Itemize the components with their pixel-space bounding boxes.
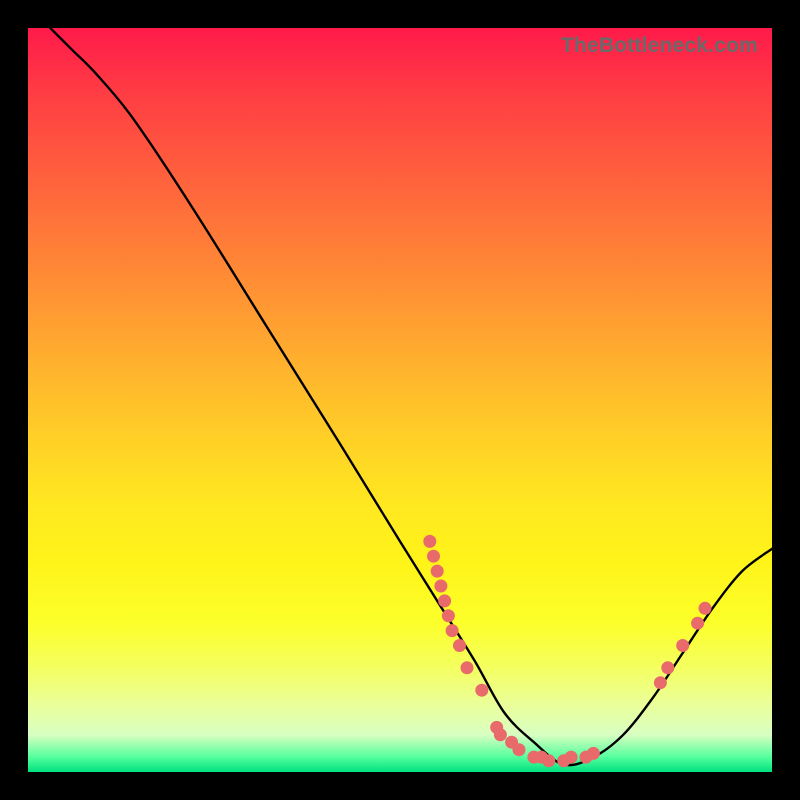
scatter-dot bbox=[454, 640, 466, 652]
scatter-dot bbox=[435, 580, 447, 592]
scatter-dot bbox=[424, 535, 436, 547]
scatter-dot bbox=[476, 684, 488, 696]
scatter-dot bbox=[662, 662, 674, 674]
scatter-dot bbox=[439, 595, 451, 607]
scatter-dot bbox=[442, 610, 454, 622]
bottleneck-scatter-points bbox=[424, 535, 711, 766]
bottleneck-chart bbox=[28, 28, 772, 772]
scatter-dot bbox=[446, 625, 458, 637]
scatter-dot bbox=[543, 755, 555, 767]
scatter-dot bbox=[565, 751, 577, 763]
scatter-dot bbox=[431, 565, 443, 577]
scatter-dot bbox=[699, 602, 711, 614]
scatter-dot bbox=[654, 677, 666, 689]
scatter-dot bbox=[587, 747, 599, 759]
bottleneck-curve-line bbox=[50, 28, 772, 765]
scatter-dot bbox=[513, 744, 525, 756]
scatter-dot bbox=[428, 550, 440, 562]
scatter-dot bbox=[494, 729, 506, 741]
chart-plot-area: TheBottleneck.com bbox=[28, 28, 772, 772]
scatter-dot bbox=[461, 662, 473, 674]
scatter-dot bbox=[692, 617, 704, 629]
scatter-dot bbox=[677, 640, 689, 652]
